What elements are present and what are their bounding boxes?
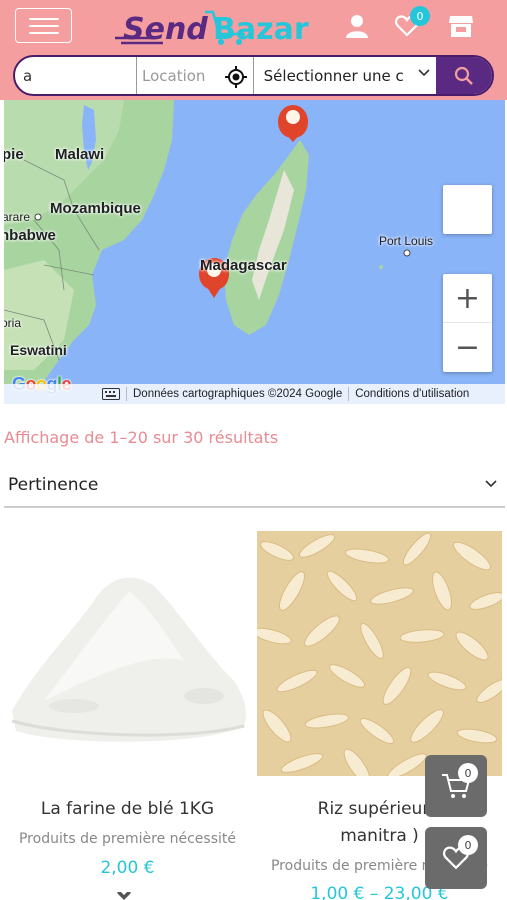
floating-cart-button[interactable]: 0 xyxy=(425,755,487,817)
map-label: Malawi xyxy=(55,146,105,163)
store-icon[interactable] xyxy=(447,12,475,40)
keyboard-shortcuts-icon[interactable] xyxy=(102,388,120,400)
search-icon xyxy=(454,66,473,85)
map-widget[interactable]: pie Malawi Mozambique arare nbabwe Madag… xyxy=(4,100,505,404)
logo-text-send: Send xyxy=(123,12,208,47)
map-label: nbabwe xyxy=(4,227,56,244)
chevron-down-icon xyxy=(418,69,430,77)
logo-graphic: Send Bazar xyxy=(115,10,309,47)
menu-line-icon xyxy=(28,31,59,34)
map-label: pie xyxy=(4,146,24,163)
cart-count-badge: 0 xyxy=(458,763,478,783)
map-label: Mozambique xyxy=(50,200,141,217)
product-category[interactable]: Produits de première nécessité xyxy=(4,831,251,847)
results-count: Affichage de 1–20 sur 30 résultats xyxy=(4,428,279,447)
map-label: Madagascar xyxy=(200,257,287,274)
map-label: Eswatini xyxy=(10,342,67,358)
map-attribution-text: Données cartographiques ©2024 Google xyxy=(133,388,343,400)
heart-icon[interactable] xyxy=(116,892,132,900)
menu-line-icon xyxy=(28,17,59,20)
map-label: arare xyxy=(4,210,31,224)
search-bar: Sélectionner une c xyxy=(13,55,494,96)
map-terms-link[interactable]: Conditions d'utilisation xyxy=(355,388,469,400)
product-image-rice[interactable] xyxy=(257,531,502,776)
map-label: oria xyxy=(4,316,22,330)
map-fullscreen-button[interactable] xyxy=(443,185,492,234)
search-input[interactable] xyxy=(15,57,137,94)
page: Send Bazar 0 a Location Sélectionner une… xyxy=(0,0,507,900)
search-button[interactable] xyxy=(435,57,492,94)
geolocate-icon[interactable] xyxy=(224,66,247,88)
location-field xyxy=(137,57,254,94)
map-attribution-bar: Données cartographiques ©2024 Google Con… xyxy=(4,384,505,404)
product-price: 2,00 € xyxy=(100,858,155,878)
account-icon[interactable] xyxy=(343,12,371,40)
sort-select-value: Pertinence xyxy=(8,474,99,495)
zoom-out-button[interactable]: − xyxy=(443,323,492,372)
category-select[interactable]: Sélectionner une c xyxy=(254,57,436,94)
site-logo[interactable]: Send Bazar xyxy=(113,4,323,48)
logo-text-bazar: Bazar xyxy=(213,12,309,47)
zoom-in-button[interactable]: + xyxy=(443,274,492,323)
product-title[interactable]: La farine de blé 1KG xyxy=(4,796,251,823)
product-image-flour[interactable] xyxy=(4,531,251,776)
category-select-value: Sélectionner une c xyxy=(263,66,404,85)
menu-line-icon xyxy=(28,24,59,27)
menu-button[interactable] xyxy=(15,8,72,43)
map-label: Port Louis xyxy=(379,234,434,248)
chevron-down-icon xyxy=(485,480,497,488)
floating-wishlist-button[interactable]: 0 xyxy=(425,827,487,889)
wishlist-count-badge: 0 xyxy=(458,835,478,855)
site-header: Send Bazar 0 a Location Sélectionner une… xyxy=(0,0,507,100)
sort-select[interactable]: Pertinence xyxy=(4,463,505,508)
map-zoom-control: + − xyxy=(443,274,492,372)
wishlist-count-badge: 0 xyxy=(410,6,430,26)
